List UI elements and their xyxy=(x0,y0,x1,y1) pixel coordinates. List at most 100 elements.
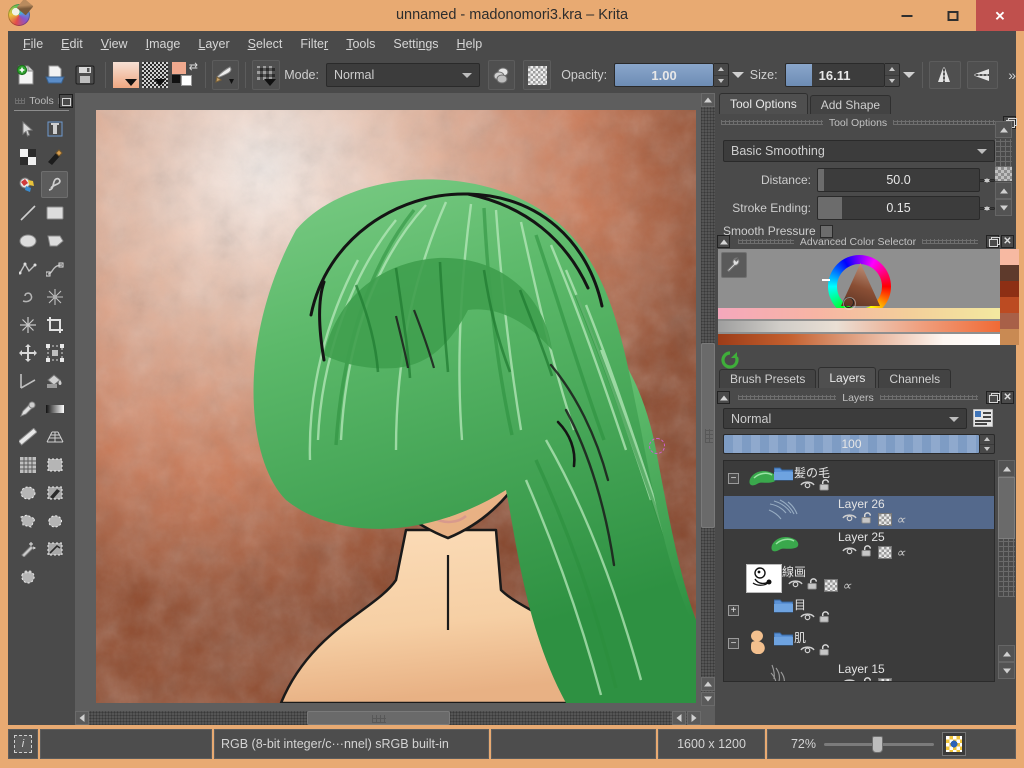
lock-icon[interactable] xyxy=(819,610,832,626)
tool-options-scroll-column[interactable] xyxy=(995,121,1012,221)
selection-info-icon[interactable]: i xyxy=(8,729,38,759)
opacity-dropdown-icon[interactable] xyxy=(731,63,746,87)
float-dock-icon[interactable] xyxy=(59,94,73,108)
text-tool[interactable] xyxy=(41,115,68,142)
gradient-preset-icon[interactable] xyxy=(112,60,140,90)
opacity-spinner[interactable] xyxy=(714,63,730,87)
open-folder-icon[interactable] xyxy=(42,60,70,90)
alpha-lock-icon[interactable] xyxy=(824,578,838,592)
gradient-editor-tool[interactable] xyxy=(14,143,41,170)
color-shade-strip-2[interactable] xyxy=(718,321,1000,332)
line-tool[interactable] xyxy=(14,199,41,226)
toolbar-overflow-chevrons[interactable]: » xyxy=(1008,67,1016,83)
perspective-grid-tool[interactable] xyxy=(41,423,68,450)
scroll-up-button[interactable] xyxy=(995,121,1012,138)
visibility-icon[interactable] xyxy=(800,644,815,658)
tab-brush-presets[interactable]: Brush Presets xyxy=(719,369,817,388)
dynamic-brush-tool[interactable] xyxy=(41,283,68,310)
inherit-alpha-icon[interactable]: ∝ xyxy=(842,579,857,592)
tab-add-shape[interactable]: Add Shape xyxy=(809,95,892,114)
inherit-alpha-icon[interactable]: ∝ xyxy=(896,546,911,559)
lock-icon[interactable] xyxy=(861,511,874,527)
size-dropdown-icon[interactable] xyxy=(902,63,917,87)
layer-list[interactable]: −髪の毛Layer 26∝Layer 25∝線画∝+目−肌Layer 15∝ xyxy=(723,460,995,682)
elliptical-selection-tool[interactable] xyxy=(14,479,41,506)
menu-file[interactable]: File xyxy=(14,34,52,54)
close-dock-icon[interactable]: ✕ xyxy=(1001,235,1014,248)
menu-select[interactable]: Select xyxy=(239,34,292,54)
preserve-alpha-icon[interactable] xyxy=(487,60,516,90)
close-dock-icon[interactable]: ✕ xyxy=(1001,391,1015,404)
gradient-tool[interactable] xyxy=(41,395,68,422)
horizontal-scroll-thumb[interactable] xyxy=(307,711,450,725)
rectangle-tool[interactable] xyxy=(41,199,68,226)
size-spinner[interactable] xyxy=(884,63,900,87)
alpha-lock-icon[interactable] xyxy=(878,545,892,559)
collapse-dock-icon[interactable] xyxy=(717,391,730,404)
visibility-icon[interactable] xyxy=(842,512,857,526)
move-tool[interactable] xyxy=(14,339,41,366)
tab-layers[interactable]: Layers xyxy=(818,367,877,388)
layer-row[interactable]: − 肌 xyxy=(724,628,994,661)
minimize-button[interactable] xyxy=(884,0,930,31)
menu-layer[interactable]: Layer xyxy=(189,34,238,54)
color-picker-tool[interactable] xyxy=(14,395,41,422)
collapse-dock-icon[interactable] xyxy=(717,235,730,248)
visibility-icon[interactable] xyxy=(800,479,815,493)
polyline-tool[interactable] xyxy=(14,255,41,282)
layer-row[interactable]: + 目 xyxy=(724,595,994,628)
color-swatch-2[interactable] xyxy=(1000,281,1019,297)
advanced-color-selector[interactable] xyxy=(718,249,1000,345)
close-button[interactable]: ✕ xyxy=(976,0,1024,31)
fill-colorize-tool[interactable] xyxy=(14,171,41,198)
layer-row[interactable]: Layer 26 ∝ xyxy=(724,496,994,529)
scroll-up-button[interactable] xyxy=(998,460,1015,477)
multibrush-tool[interactable] xyxy=(14,311,41,338)
assistant-tool[interactable] xyxy=(14,423,41,450)
recent-color-swatches[interactable] xyxy=(1000,249,1019,345)
tab-tool-options[interactable]: Tool Options xyxy=(719,93,808,114)
collapse-group-icon[interactable]: − xyxy=(728,473,739,484)
dock-splitter-handle[interactable] xyxy=(998,539,1015,597)
lock-icon[interactable] xyxy=(807,577,820,593)
brush-preset-icon[interactable] xyxy=(211,60,240,90)
dock-splitter-handle[interactable] xyxy=(995,139,1012,167)
bezier-selection-tool[interactable] xyxy=(41,535,68,562)
scroll-right-button[interactable] xyxy=(687,711,701,725)
mirror-vertical-icon[interactable] xyxy=(966,61,999,89)
shape-select-tool[interactable] xyxy=(14,115,41,142)
color-swatch-5[interactable] xyxy=(1000,329,1019,345)
magic-wand-selection-tool[interactable] xyxy=(14,535,41,562)
opacity-slider[interactable]: 1.00 xyxy=(614,63,715,87)
bezier-curve-tool[interactable] xyxy=(41,255,68,282)
lock-icon[interactable] xyxy=(819,478,832,494)
layer-opacity-slider[interactable]: 100 xyxy=(723,434,980,454)
lock-icon[interactable] xyxy=(861,544,874,560)
lock-icon[interactable] xyxy=(861,676,874,681)
scroll-down-button[interactable] xyxy=(998,662,1015,679)
contiguous-selection-tool[interactable] xyxy=(41,507,68,534)
layer-row[interactable]: Layer 25 ∝ xyxy=(724,529,994,562)
scroll-up-button-2[interactable] xyxy=(701,677,715,691)
layer-list-scroll-thumb[interactable] xyxy=(998,477,1015,539)
canvas-preview-icon[interactable] xyxy=(942,732,966,756)
measure-tool[interactable] xyxy=(14,367,41,394)
scroll-up-button-2[interactable] xyxy=(995,182,1012,199)
menu-filter[interactable]: Filter xyxy=(291,34,337,54)
calligraphy-tool[interactable] xyxy=(41,143,68,170)
similar-color-selection-tool[interactable] xyxy=(14,563,41,590)
mirror-horizontal-icon[interactable] xyxy=(929,61,961,89)
menu-view[interactable]: View xyxy=(92,34,137,54)
scroll-up-button-2[interactable] xyxy=(998,645,1015,662)
visibility-icon[interactable] xyxy=(842,545,857,559)
ellipse-tool[interactable] xyxy=(14,227,41,254)
color-shade-strip-1[interactable] xyxy=(718,308,1000,319)
color-swatch-1[interactable] xyxy=(1000,265,1019,281)
visibility-icon[interactable] xyxy=(788,578,803,592)
foreground-background-color-icon[interactable]: ⇄ xyxy=(171,60,199,90)
layer-row[interactable]: 線画 ∝ xyxy=(724,562,994,595)
layer-list-scroll-column[interactable] xyxy=(998,460,1015,682)
settings-wrench-icon[interactable] xyxy=(721,252,747,278)
canvas-vertical-scrollbar[interactable] xyxy=(701,93,715,706)
float-dock-icon[interactable] xyxy=(986,391,1001,404)
